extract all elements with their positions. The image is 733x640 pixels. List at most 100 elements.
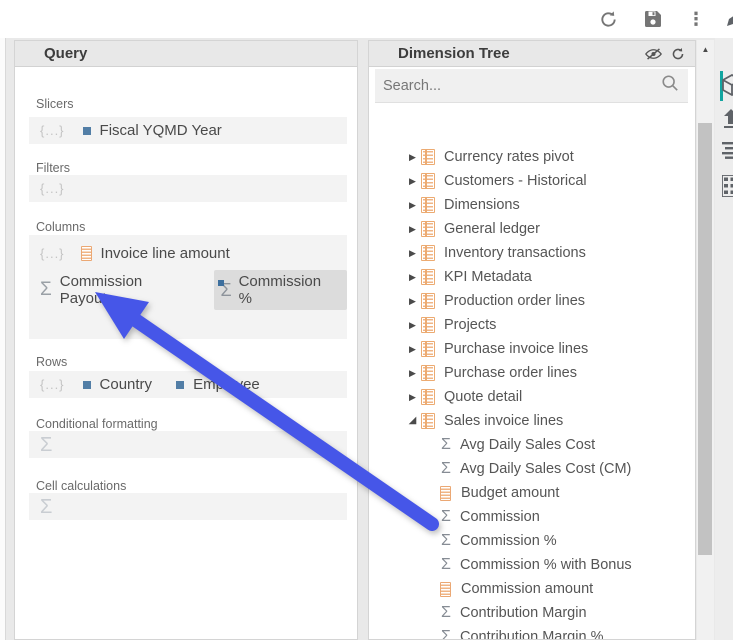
tree-node-projects[interactable]: ▶ Projects xyxy=(369,313,695,337)
scroll-up-icon[interactable]: ▲ xyxy=(697,40,714,58)
conditional-formatting-label: Conditional formatting xyxy=(36,417,158,431)
expand-arrow-icon[interactable]: ▶ xyxy=(407,201,418,210)
tree-node-inventory-transactions[interactable]: ▶ Inventory transactions xyxy=(369,241,695,265)
filters-label: Filters xyxy=(36,161,70,175)
hide-empty-eye-slash-icon[interactable] xyxy=(645,47,662,61)
expand-arrow-icon[interactable]: ▶ xyxy=(407,345,418,354)
save-icon[interactable] xyxy=(641,7,665,31)
tree-measure-commission-amount[interactable]: Commission amount xyxy=(369,577,695,601)
rows-item-country[interactable]: Country xyxy=(100,376,153,393)
cell-calculations-dropzone[interactable]: Σ xyxy=(29,493,347,520)
tree-measure-avg-daily-sales-cost[interactable]: ΣAvg Daily Sales Cost xyxy=(369,433,695,457)
left-panel-edge xyxy=(0,38,6,640)
slicers-label: Slicers xyxy=(36,97,74,111)
expand-arrow-icon[interactable]: ▶ xyxy=(407,249,418,258)
measure-doc-icon xyxy=(440,582,451,597)
tree-node-label: Contribution Margin % xyxy=(460,629,603,640)
table-icon xyxy=(421,413,435,429)
tree-scrollbar[interactable]: ▲ xyxy=(697,40,714,640)
tree-node-quote-detail[interactable]: ▶Quote detail xyxy=(369,385,695,409)
tree-node-label: Production order lines xyxy=(444,293,585,309)
tree-measure-contribution-margin-pct[interactable]: Σ Contribution Margin % xyxy=(369,625,695,640)
tree-node-label: Budget amount xyxy=(461,485,559,501)
expand-arrow-icon[interactable]: ▶ xyxy=(407,369,418,378)
chip-label: Commission % xyxy=(239,273,338,307)
expand-arrow-icon[interactable]: ▶ xyxy=(407,153,418,162)
tree-node-label: Purchase order lines xyxy=(444,365,577,381)
columns-dropzone[interactable]: {...} Invoice line amount Σ Commission P… xyxy=(29,235,347,339)
rows-item-employee[interactable]: Employee xyxy=(193,376,260,393)
tree-node-label: General ledger xyxy=(444,221,540,237)
expand-arrow-icon[interactable]: ▶ xyxy=(407,177,418,186)
table-icon xyxy=(421,197,435,213)
braces-icon: {...} xyxy=(40,246,65,261)
tree-node-label: Dimensions xyxy=(444,197,520,213)
collapse-arrow-icon[interactable]: ◢ xyxy=(407,416,418,426)
columns-item-invoice-line-amount[interactable]: Invoice line amount xyxy=(101,245,230,262)
tree-measure-avg-daily-sales-cost-cm[interactable]: Σ Avg Daily Sales Cost (CM) xyxy=(369,457,695,481)
expand-arrow-icon[interactable]: ▶ xyxy=(407,297,418,306)
expand-arrow-icon[interactable]: ▶ xyxy=(407,321,418,330)
tree-node-general-ledger[interactable]: ▶ General ledger xyxy=(369,217,695,241)
query-panel-header: Query xyxy=(15,41,357,67)
refresh-icon[interactable] xyxy=(596,7,620,31)
cube-tool-icon[interactable] xyxy=(722,74,733,101)
table-icon xyxy=(421,293,435,309)
tree-node-label: KPI Metadata xyxy=(444,269,532,285)
sigma-icon: Σ xyxy=(438,629,454,640)
sigma-icon: Σ xyxy=(438,461,454,477)
table-icon xyxy=(421,221,435,237)
measure-doc-icon xyxy=(81,246,92,261)
tree-measure-commission-pct[interactable]: ΣCommission % xyxy=(369,529,695,553)
kebab-menu-icon[interactable]: ⋮ xyxy=(684,7,708,31)
slicer-item-fiscal-yqmd-year[interactable]: Fiscal YQMD Year xyxy=(100,122,222,139)
tree-node-label: Inventory transactions xyxy=(444,245,586,261)
tree-node-currency-rates-pivot[interactable]: ▶Currency rates pivot xyxy=(369,145,695,169)
braces-icon: {...} xyxy=(40,123,65,138)
tree-measure-budget-amount[interactable]: Budget amount xyxy=(369,481,695,505)
tree-refresh-icon[interactable] xyxy=(671,47,685,61)
upload-tool-icon[interactable] xyxy=(722,108,733,133)
tree-measure-contribution-margin[interactable]: ΣContribution Margin xyxy=(369,601,695,625)
tree-node-production-order-lines[interactable]: ▶ Production order lines xyxy=(369,289,695,313)
columns-item-commission-payout[interactable]: Commission Payout xyxy=(60,273,193,307)
expand-arrow-icon[interactable]: ▶ xyxy=(407,273,418,282)
pen-icon[interactable] xyxy=(722,7,733,31)
tree-node-kpi-metadata[interactable]: ▶ KPI Metadata xyxy=(369,265,695,289)
calculated-sigma-icon: Σ xyxy=(220,281,231,299)
tree-measure-commission[interactable]: ΣCommission xyxy=(369,505,695,529)
table-icon xyxy=(421,245,435,261)
tree-node-sales-invoice-lines[interactable]: ◢Sales invoice lines xyxy=(369,409,695,433)
tree-node-label: Projects xyxy=(444,317,496,333)
conditional-formatting-dropzone[interactable]: Σ xyxy=(29,431,347,458)
tree-node-dimensions[interactable]: ▶ Dimensions xyxy=(369,193,695,217)
expand-arrow-icon[interactable]: ▶ xyxy=(407,393,418,402)
search-input[interactable] xyxy=(375,77,661,95)
dimension-square-icon xyxy=(83,381,91,389)
tree-node-customers-historical[interactable]: ▶Customers - Historical xyxy=(369,169,695,193)
columns-chip-commission-pct[interactable]: Σ Commission % xyxy=(214,270,347,310)
tree-node-purchase-invoice-lines[interactable]: ▶Purchase invoice lines xyxy=(369,337,695,361)
tree-node-label: Avg Daily Sales Cost (CM) xyxy=(460,461,631,477)
rows-dropzone[interactable]: {...} Country Employee xyxy=(29,371,347,398)
sigma-placeholder-icon: Σ xyxy=(40,435,52,455)
slicers-dropzone[interactable]: {...} Fiscal YQMD Year xyxy=(29,117,347,144)
table-icon xyxy=(421,269,435,285)
tree-node-purchase-order-lines[interactable]: ▶ Purchase order lines xyxy=(369,361,695,385)
table-icon xyxy=(421,365,435,381)
expand-arrow-icon[interactable]: ▶ xyxy=(407,225,418,234)
braces-icon: {...} xyxy=(40,181,65,196)
scrollbar-thumb[interactable] xyxy=(698,123,712,555)
film-tool-icon[interactable] xyxy=(722,175,733,202)
table-icon xyxy=(421,341,435,357)
list-tool-icon[interactable] xyxy=(722,141,733,164)
filters-dropzone[interactable]: {...} xyxy=(29,175,347,202)
dimension-tree: ▶Currency rates pivot ▶Customers - Histo… xyxy=(369,105,695,639)
rows-label: Rows xyxy=(36,355,67,369)
tree-measure-commission-pct-with-bonus[interactable]: ΣCommission % with Bonus xyxy=(369,553,695,577)
table-icon xyxy=(421,389,435,405)
cell-calculations-label: Cell calculations xyxy=(36,479,126,493)
sigma-icon: Σ xyxy=(40,280,52,299)
query-panel-body: Slicers {...} Fiscal YQMD Year Filters {… xyxy=(15,67,357,640)
search-icon xyxy=(661,74,679,97)
